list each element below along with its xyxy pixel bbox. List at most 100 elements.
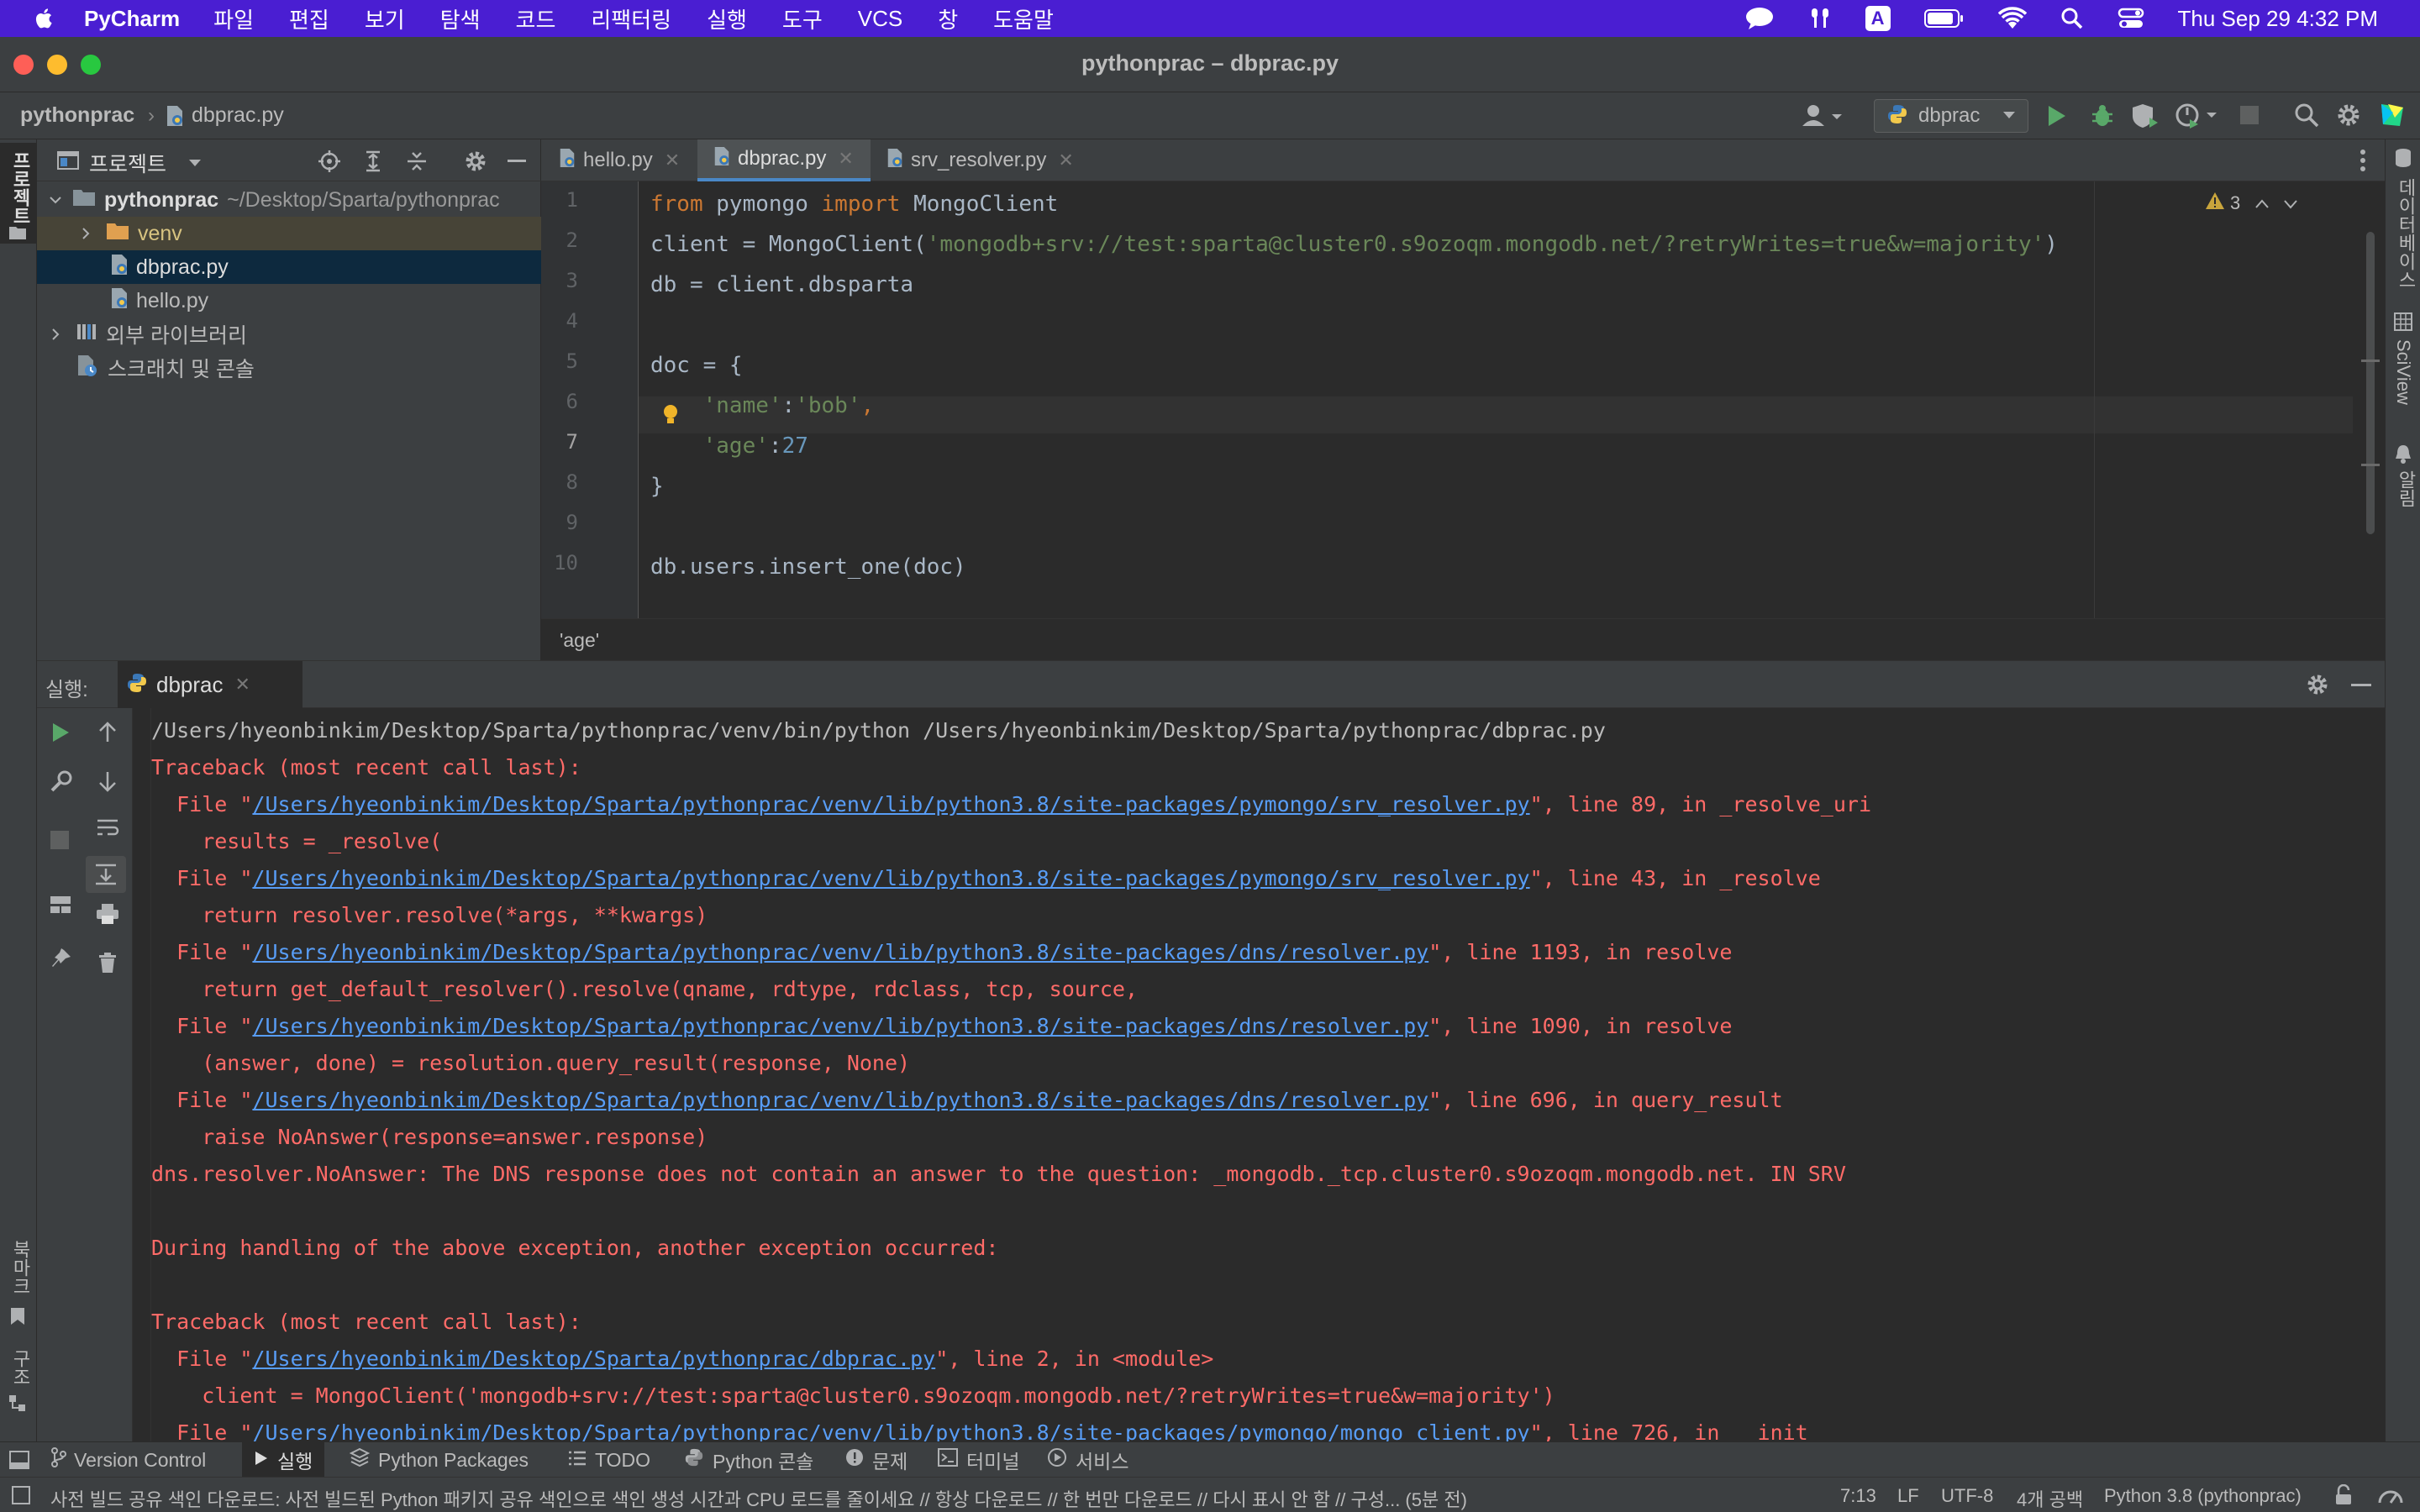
traceback-file-link[interactable]: /Users/hyeonbinkim/Desktop/Sparta/python…: [252, 940, 1428, 964]
stop-icon[interactable]: [50, 831, 69, 849]
code-line[interactable]: client = MongoClient('mongodb+srv://test…: [650, 232, 2058, 257]
wifi-icon[interactable]: [1997, 7, 2027, 30]
collapse-all-icon[interactable]: [405, 150, 429, 177]
indent-setting[interactable]: 4개 공백: [2017, 1485, 2083, 1512]
tree-item-venv[interactable]: venv: [37, 217, 541, 250]
close-tab-icon[interactable]: ✕: [665, 150, 680, 171]
airpods-icon[interactable]: [1808, 6, 1832, 31]
arrow-up-icon[interactable]: [97, 722, 118, 748]
close-tab-icon[interactable]: ✕: [235, 674, 250, 696]
traceback-file-link[interactable]: /Users/hyeonbinkim/Desktop/Sparta/python…: [252, 866, 1529, 890]
battery-icon[interactable]: [1923, 8, 1965, 29]
run-tab-dbprac[interactable]: dbprac ✕: [118, 661, 302, 708]
search-everywhere-icon[interactable]: [2294, 102, 2319, 132]
tool-run[interactable]: 실행: [242, 1442, 325, 1478]
chevron-down-icon[interactable]: [2284, 192, 2298, 214]
run-config-dropdown[interactable]: dbprac: [1874, 99, 2028, 133]
more-options-icon[interactable]: [2360, 148, 2366, 177]
control-center-icon[interactable]: [2118, 7, 2144, 30]
locate-file-icon[interactable]: [318, 150, 341, 177]
tree-item-dbprac[interactable]: dbprac.py: [37, 250, 541, 284]
python-interpreter[interactable]: Python 3.8 (pythonprac): [2104, 1485, 2302, 1507]
menu-run[interactable]: 실행: [707, 3, 747, 34]
structure-tool-button[interactable]: 구조: [0, 1349, 37, 1441]
debug-icon[interactable]: [2089, 102, 2116, 134]
menu-navigate[interactable]: 탐색: [440, 3, 481, 34]
settings-gear-icon[interactable]: [2306, 673, 2329, 701]
tree-item-hello[interactable]: hello.py: [37, 284, 541, 318]
menu-vcs[interactable]: VCS: [858, 6, 902, 32]
hide-panel-icon[interactable]: [2351, 684, 2371, 686]
breadcrumb-file[interactable]: dbprac.py: [192, 103, 284, 128]
chevron-down-icon[interactable]: [188, 156, 202, 171]
tree-item-project-root[interactable]: pythonprac ~/Desktop/Sparta/pythonprac: [37, 183, 541, 217]
tool-version-control[interactable]: Version Control: [50, 1442, 206, 1478]
rerun-icon[interactable]: [50, 722, 71, 748]
code-line[interactable]: doc = {: [650, 353, 743, 378]
project-tool-button[interactable]: 프로젝트: [0, 143, 37, 244]
traceback-file-link[interactable]: /Users/hyeonbinkim/Desktop/Sparta/python…: [252, 1420, 1529, 1442]
hide-panel-icon[interactable]: [508, 160, 526, 162]
chevron-up-icon[interactable]: [2255, 192, 2270, 214]
file-encoding[interactable]: UTF-8: [1941, 1485, 1993, 1507]
app-name[interactable]: PyCharm: [84, 6, 180, 32]
tab-srv-resolver-py[interactable]: srv_resolver.py ✕: [886, 139, 1087, 181]
profile-icon[interactable]: [2175, 102, 2218, 134]
tab-hello-py[interactable]: hello.py ✕: [558, 139, 701, 181]
tool-python-packages[interactable]: Python Packages: [349, 1442, 529, 1478]
menu-file[interactable]: 파일: [213, 3, 254, 34]
breadcrumb-project[interactable]: pythonprac: [20, 103, 134, 128]
menu-edit[interactable]: 편집: [289, 3, 329, 34]
menu-code[interactable]: 코드: [516, 3, 556, 34]
code-line[interactable]: db.users.insert_one(doc): [650, 554, 966, 580]
tool-python-console[interactable]: Python 콘솔: [684, 1442, 813, 1478]
print-icon[interactable]: [96, 903, 119, 929]
trash-icon[interactable]: [97, 952, 118, 978]
unlock-icon[interactable]: [2334, 1483, 2353, 1510]
status-message[interactable]: 사전 빌드 공유 색인 다운로드: 사전 빌드된 Python 패키지 공유 색…: [50, 1485, 1899, 1512]
editor-scrollbar[interactable]: [2366, 232, 2375, 534]
traceback-file-link[interactable]: /Users/hyeonbinkim/Desktop/Sparta/python…: [252, 1014, 1428, 1038]
soft-wrap-icon[interactable]: [96, 817, 119, 843]
code-line[interactable]: 'name':'bob',: [650, 393, 875, 418]
scroll-to-end-toggle[interactable]: [86, 856, 126, 893]
tool-services[interactable]: 서비스: [1047, 1442, 1128, 1478]
vcs-user-icon[interactable]: [1800, 102, 1847, 134]
tool-window-toggle-icon[interactable]: [12, 1486, 30, 1504]
notifications-tool-button[interactable]: 알림: [2386, 444, 2420, 519]
settings-gear-icon[interactable]: [464, 150, 487, 177]
code-line[interactable]: 'age':27: [650, 433, 808, 459]
spotlight-search-icon[interactable]: [2060, 7, 2084, 30]
traceback-file-link[interactable]: /Users/hyeonbinkim/Desktop/Sparta/python…: [252, 1088, 1428, 1112]
menu-view[interactable]: 보기: [365, 3, 405, 34]
intention-bulb-icon[interactable]: [660, 403, 681, 431]
input-source-icon[interactable]: A: [1865, 6, 1891, 31]
project-view-title[interactable]: 프로젝트: [89, 148, 166, 178]
menu-clock[interactable]: Thu Sep 29 4:32 PM: [2178, 6, 2378, 32]
tree-item-external-libraries[interactable]: 외부 라이브러리: [37, 318, 541, 351]
tree-item-scratches[interactable]: 스크래치 및 콘솔: [37, 351, 541, 385]
menu-tools[interactable]: 도구: [782, 3, 823, 34]
traceback-file-link[interactable]: /Users/hyeonbinkim/Desktop/Sparta/python…: [252, 1347, 935, 1371]
toggle-tool-windows-icon[interactable]: [8, 1449, 30, 1475]
tab-dbprac-py[interactable]: dbprac.py ✕: [697, 139, 871, 181]
coverage-icon[interactable]: [2131, 102, 2160, 134]
close-tab-icon[interactable]: ✕: [838, 148, 853, 170]
tool-problems[interactable]: 문제: [845, 1442, 908, 1478]
editor-breadcrumb[interactable]: 'age': [560, 629, 599, 652]
messages-icon[interactable]: [1744, 6, 1775, 31]
code-line[interactable]: db = client.dbsparta: [650, 272, 913, 297]
code-line[interactable]: from pymongo import MongoClient: [650, 192, 1058, 217]
menu-refactor[interactable]: 리팩터링: [591, 3, 671, 34]
traceback-file-link[interactable]: /Users/hyeonbinkim/Desktop/Sparta/python…: [252, 792, 1529, 816]
stop-icon[interactable]: [2240, 106, 2259, 124]
apple-logo-icon[interactable]: [32, 6, 57, 31]
settings-gear-icon[interactable]: [2336, 102, 2361, 132]
arrow-down-icon[interactable]: [97, 770, 118, 796]
jetbrains-logo-icon[interactable]: [2378, 101, 2407, 134]
caret-position[interactable]: 7:13: [1840, 1485, 1876, 1507]
code-line[interactable]: }: [650, 474, 664, 499]
menu-window[interactable]: 창: [938, 3, 958, 34]
line-separator[interactable]: LF: [1897, 1485, 1919, 1507]
pin-icon[interactable]: [50, 948, 72, 974]
